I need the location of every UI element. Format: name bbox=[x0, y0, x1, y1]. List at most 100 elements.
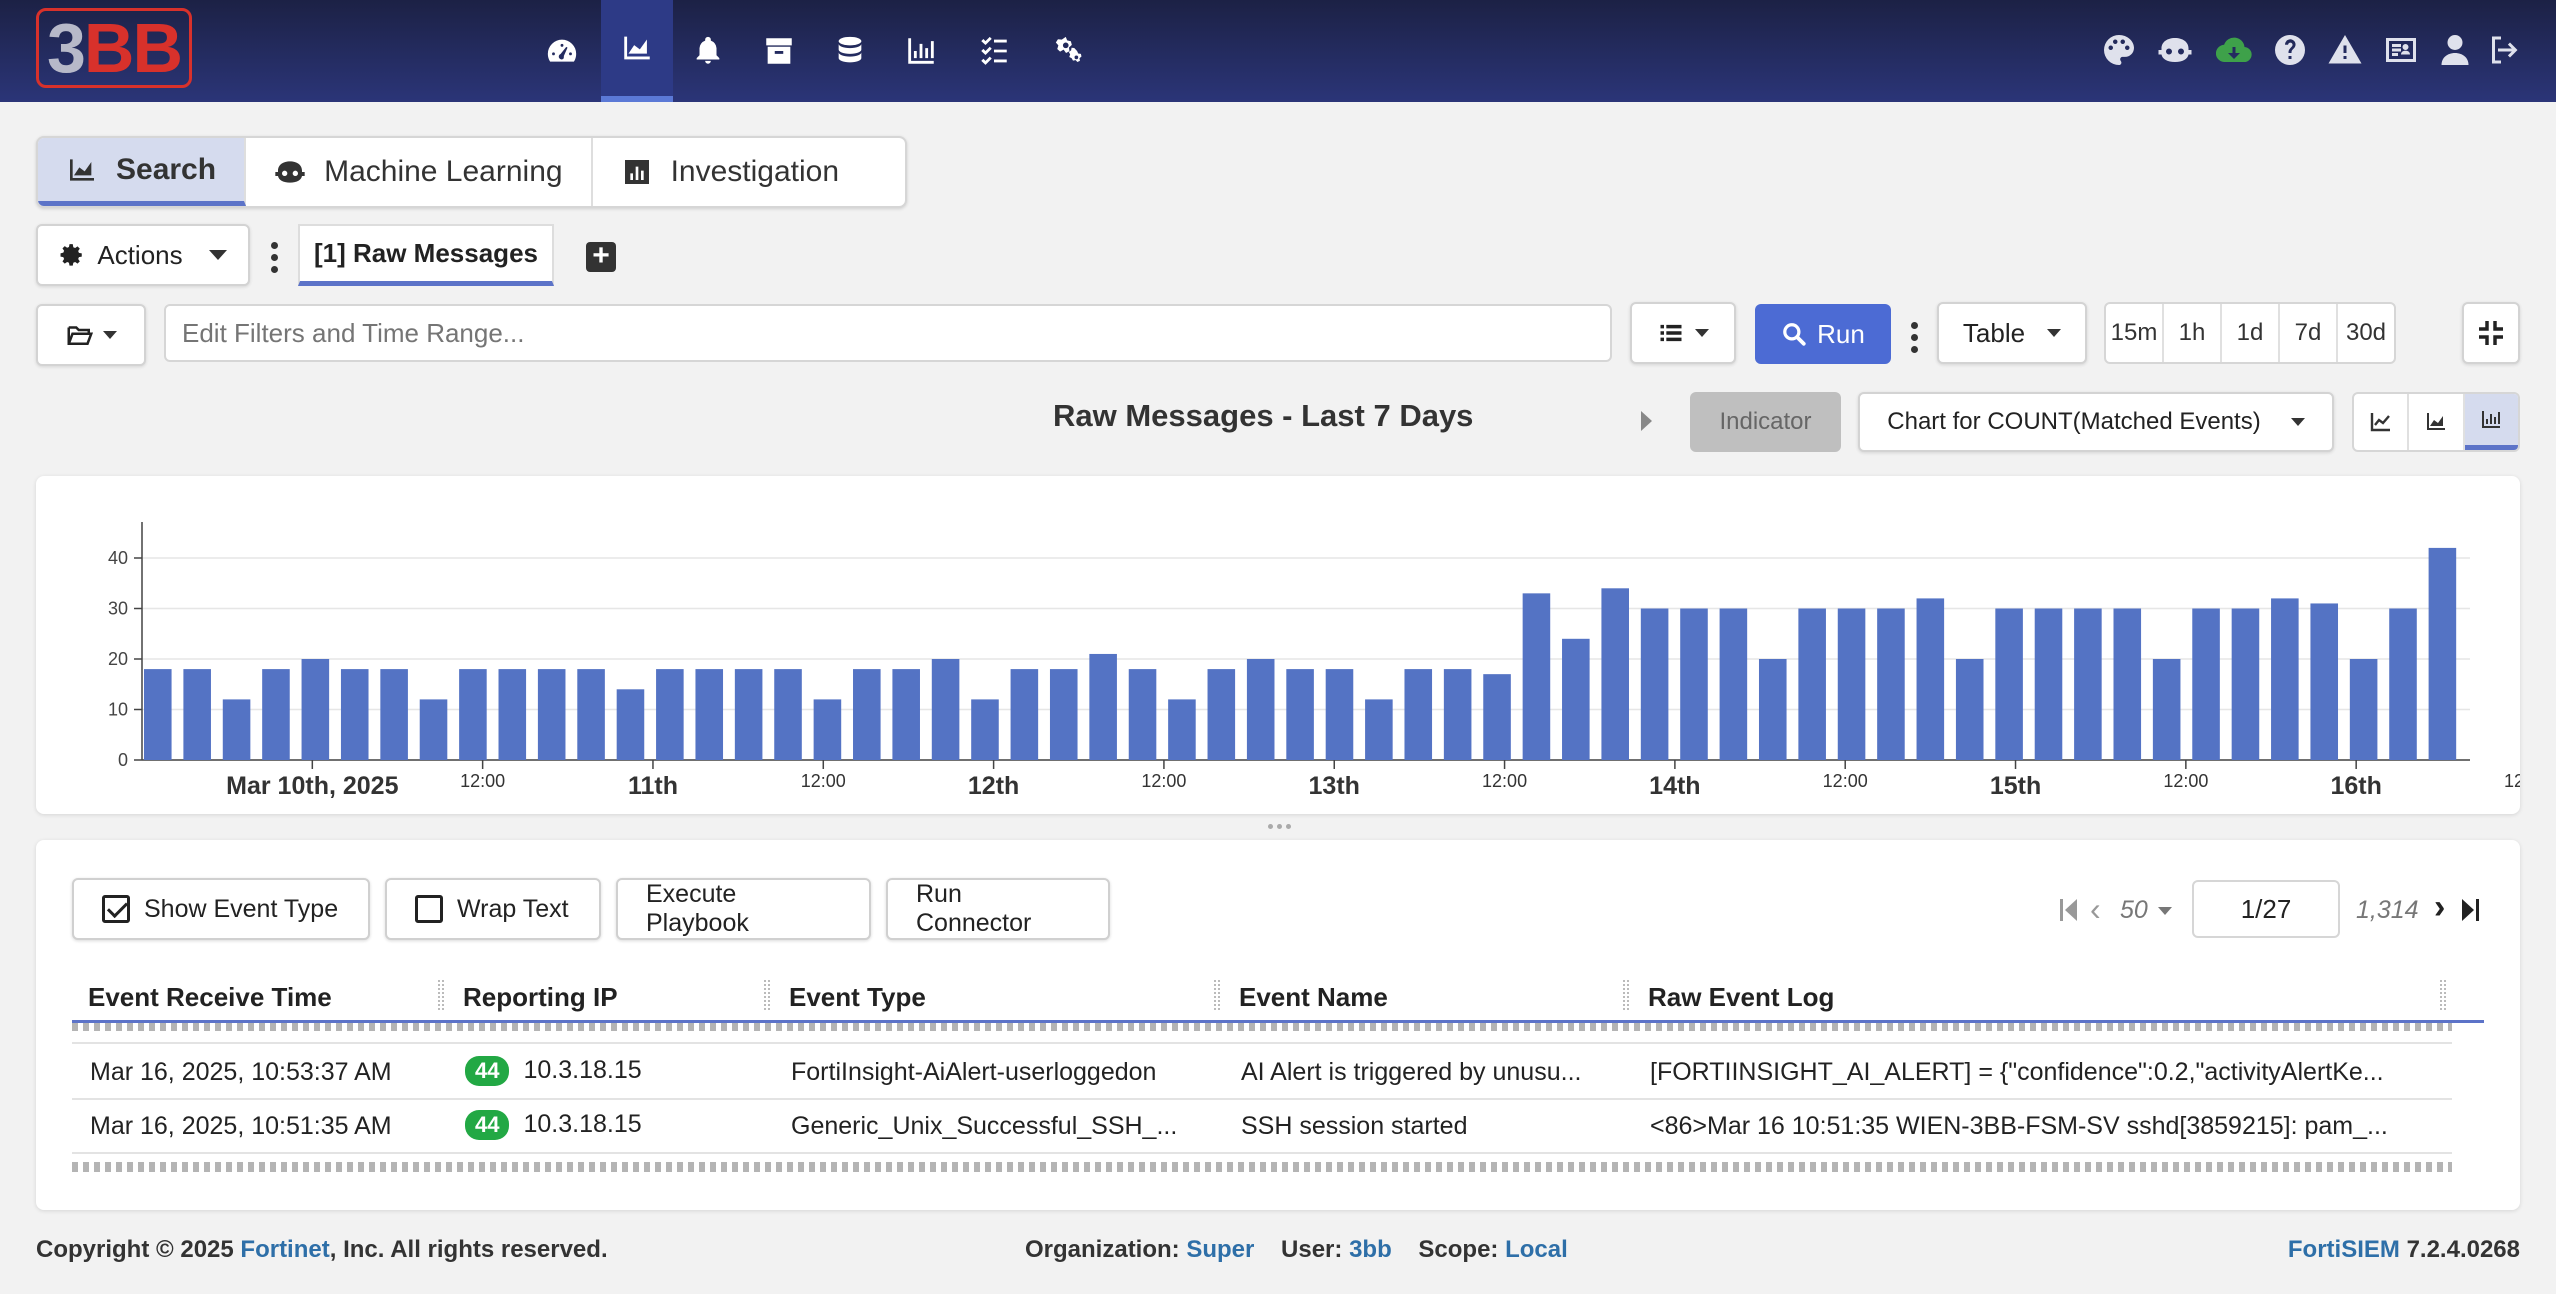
alert-icon[interactable] bbox=[2323, 26, 2367, 74]
run-button[interactable]: Run bbox=[1755, 304, 1891, 364]
table-row[interactable]: Mar 16, 2025, 10:51:35 AM 44 10.3.18.15 G… bbox=[72, 1102, 2452, 1150]
copyright-prefix: Copyright © 2025 bbox=[36, 1236, 241, 1263]
company-link[interactable]: Fortinet bbox=[240, 1236, 329, 1263]
chevron-right-icon[interactable] bbox=[1641, 411, 1652, 431]
x-tick-label: 12:00 bbox=[801, 771, 846, 791]
chart-bar bbox=[1168, 699, 1196, 760]
prev-page-icon[interactable]: ‹ bbox=[2090, 893, 2101, 925]
column-resize-handle[interactable] bbox=[2440, 980, 2446, 1010]
chart-bar bbox=[656, 669, 684, 760]
product-link[interactable]: FortiSIEM bbox=[2288, 1236, 2400, 1263]
cell-raw-log: [FORTIINSIGHT_AI_ALERT] = {"confidence":… bbox=[1650, 1058, 2384, 1086]
checkbox-checked-icon bbox=[102, 895, 130, 923]
chart-bar bbox=[1798, 608, 1826, 760]
tab-search[interactable]: Search bbox=[38, 138, 247, 206]
cmdb-icon[interactable] bbox=[814, 0, 886, 102]
range-30d[interactable]: 30d bbox=[2338, 304, 2394, 362]
execute-playbook-label: Execute Playbook bbox=[646, 880, 749, 937]
column-header-reporting-ip[interactable]: Reporting IP bbox=[463, 972, 763, 1022]
area-chart-icon[interactable] bbox=[2409, 394, 2465, 450]
chevron-down-icon bbox=[103, 331, 117, 339]
run-more-icon[interactable] bbox=[1909, 322, 1919, 353]
column-header-event-receive-time[interactable]: Event Receive Time bbox=[88, 972, 428, 1022]
x-tick-label: 12:00 bbox=[2163, 771, 2208, 791]
column-header-raw-event-log[interactable]: Raw Event Log bbox=[1648, 972, 2248, 1022]
y-tick-label: 10 bbox=[108, 700, 128, 720]
column-resize-handle[interactable] bbox=[1623, 980, 1629, 1010]
line-chart-icon[interactable] bbox=[2354, 394, 2410, 450]
range-1h[interactable]: 1h bbox=[2164, 304, 2222, 362]
view-select[interactable]: Table bbox=[1937, 302, 2087, 364]
column-resize-handle[interactable] bbox=[438, 980, 444, 1010]
resources-icon[interactable] bbox=[885, 0, 957, 102]
org-value[interactable]: Super bbox=[1186, 1236, 1254, 1263]
resize-handle-icon[interactable] bbox=[1268, 824, 1292, 832]
chart-bar bbox=[734, 669, 763, 760]
wrap-text-checkbox[interactable]: Wrap Text bbox=[385, 878, 601, 940]
x-tick-label: 12:00 bbox=[460, 771, 505, 791]
bar-chart-icon[interactable] bbox=[2464, 394, 2518, 450]
chart-bar bbox=[1483, 674, 1511, 760]
scope-value[interactable]: Local bbox=[1505, 1236, 1568, 1263]
open-folder-dropdown[interactable] bbox=[36, 304, 146, 366]
tab-investigation[interactable]: Investigation bbox=[593, 138, 867, 206]
chart-metric-select[interactable]: Chart for COUNT(Matched Events) bbox=[1858, 392, 2334, 452]
app-logo[interactable]: 3 BB bbox=[36, 8, 192, 88]
analytics-icon[interactable] bbox=[601, 0, 673, 102]
range-15m[interactable]: 15m bbox=[2106, 304, 2164, 362]
incidents-icon[interactable] bbox=[672, 0, 744, 102]
folder-open-icon bbox=[67, 326, 94, 345]
cell-ip: 10.3.18.15 bbox=[523, 1056, 642, 1084]
chart-panel: 0 10 20 30 40 Mar 10th, 2025 12:00 11th 12:00 12t… bbox=[36, 476, 2549, 814]
actions-more-icon[interactable] bbox=[269, 242, 279, 273]
indicator-label: Indicator bbox=[1719, 408, 1812, 435]
tab-machine-learning[interactable]: Machine Learning bbox=[246, 138, 593, 206]
tasks-icon[interactable] bbox=[958, 0, 1030, 102]
user-icon[interactable] bbox=[2433, 26, 2477, 74]
chevron-down-icon bbox=[2290, 418, 2305, 426]
table-row[interactable]: Mar 16, 2025, 10:53:37 AM 44 10.3.18.15 F… bbox=[72, 1048, 2452, 1096]
x-tick-label: 12:00 bbox=[1141, 771, 1186, 791]
actions-dropdown[interactable]: Actions bbox=[36, 224, 250, 286]
cases-icon[interactable] bbox=[743, 0, 815, 102]
chart-bar bbox=[1758, 659, 1787, 760]
robot-icon[interactable] bbox=[2153, 26, 2197, 74]
column-header-event-name[interactable]: Event Name bbox=[1239, 972, 1599, 1022]
filter-input[interactable] bbox=[164, 304, 1612, 362]
chart-bar bbox=[1719, 608, 1748, 760]
help-icon[interactable] bbox=[2268, 26, 2312, 74]
list-view-dropdown[interactable] bbox=[1630, 302, 1736, 364]
chart-bar bbox=[1680, 608, 1708, 760]
tab-investigation-label: Investigation bbox=[670, 155, 840, 188]
next-page-icon[interactable]: › bbox=[2434, 890, 2445, 924]
page-input[interactable]: 1/27 bbox=[2192, 880, 2340, 938]
column-resize-handle[interactable] bbox=[1214, 980, 1220, 1010]
chart-bar bbox=[2074, 608, 2102, 760]
collapse-button[interactable] bbox=[2462, 302, 2520, 364]
add-tab-icon[interactable]: + bbox=[586, 241, 616, 272]
show-event-type-checkbox[interactable]: Show Event Type bbox=[72, 878, 370, 940]
cloud-download-icon[interactable] bbox=[2212, 26, 2256, 74]
run-label: Run bbox=[1817, 318, 1865, 349]
execute-playbook-button[interactable]: Execute Playbook bbox=[616, 878, 871, 940]
range-7d[interactable]: 7d bbox=[2280, 304, 2338, 362]
user-value[interactable]: 3bb bbox=[1349, 1236, 1392, 1263]
id-card-icon[interactable] bbox=[2379, 26, 2423, 74]
indicator-button[interactable]: Indicator bbox=[1690, 392, 1841, 452]
chart-bar bbox=[577, 669, 605, 760]
dashboard-icon[interactable] bbox=[526, 0, 598, 102]
admin-icon[interactable] bbox=[1034, 0, 1106, 102]
range-1d[interactable]: 1d bbox=[2222, 304, 2280, 362]
page-size-select[interactable]: 50 bbox=[2120, 896, 2172, 925]
first-page-icon[interactable] bbox=[2060, 896, 2090, 924]
column-header-event-type[interactable]: Event Type bbox=[789, 972, 1189, 1022]
y-tick-label: 20 bbox=[108, 649, 128, 669]
palette-icon[interactable] bbox=[2097, 26, 2141, 74]
logout-icon[interactable] bbox=[2482, 26, 2526, 74]
column-label: Reporting IP bbox=[463, 981, 618, 1012]
chart-bar bbox=[459, 669, 487, 760]
query-tab-raw-messages[interactable]: [1] Raw Messages bbox=[298, 224, 554, 286]
last-page-icon[interactable] bbox=[2462, 896, 2486, 924]
column-resize-handle[interactable] bbox=[764, 980, 770, 1010]
run-connector-button[interactable]: Run Connector bbox=[886, 878, 1110, 940]
